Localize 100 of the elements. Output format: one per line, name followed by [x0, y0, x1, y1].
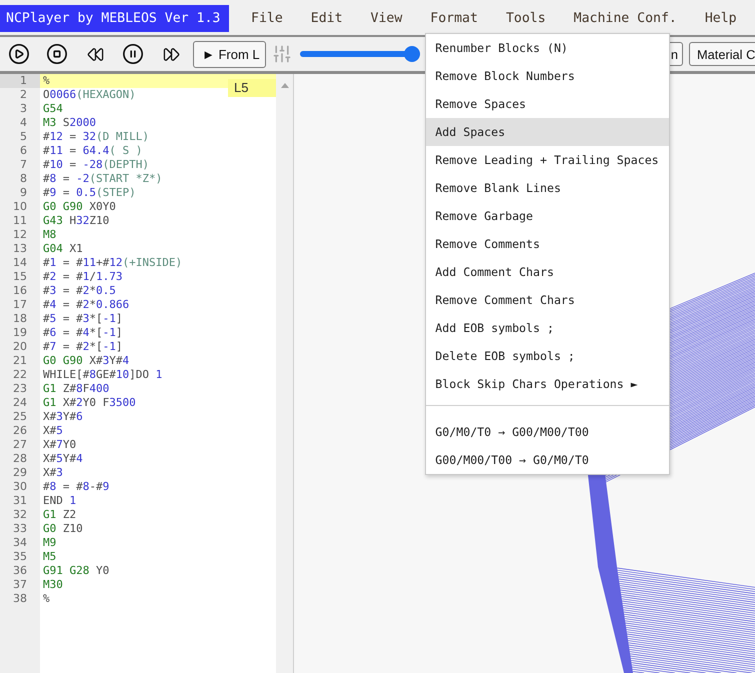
menu-item[interactable]: Remove Blank Lines	[426, 174, 670, 202]
code-line: #6 = #4*[-1]	[42, 326, 124, 340]
fast-forward-icon[interactable]	[162, 46, 180, 62]
line-number: 3	[19, 102, 28, 116]
code-line: G54	[42, 102, 64, 116]
line-number: 19	[12, 326, 28, 340]
slider-thumb[interactable]	[404, 46, 420, 62]
play-icon[interactable]	[8, 43, 30, 65]
menu-item[interactable]: Remove Block Numbers	[426, 62, 670, 90]
menu-item[interactable]: Remove Comments	[426, 230, 670, 258]
code-line: #5 = #3*[-1]	[42, 312, 124, 326]
menu-item[interactable]: Add Spaces	[426, 118, 670, 146]
menu-item[interactable]: Remove Garbage	[426, 202, 670, 230]
line-number: 21	[12, 354, 28, 368]
menu-item[interactable]: Remove Leading + Trailing Spaces	[426, 146, 670, 174]
pause-icon[interactable]	[122, 43, 144, 65]
menubar-item[interactable]: Format	[416, 5, 492, 32]
code-line: #11 = 64.4( S )	[42, 144, 144, 158]
code-line: G0 G90 X#3Y#4	[42, 354, 130, 368]
line-number: 34	[12, 536, 28, 550]
line-number: 37	[12, 578, 28, 592]
menu-item[interactable]: Remove Comment Chars	[426, 286, 670, 314]
line-number: 27	[12, 438, 28, 452]
menu-item[interactable]: Add Comment Chars	[426, 258, 670, 286]
line-number: 29	[12, 466, 28, 480]
code-line: #9 = 0.5(STEP)	[42, 186, 137, 200]
menu-item[interactable]: Block Skip Chars Operations ►	[426, 370, 670, 398]
menubar-item[interactable]: Edit	[296, 5, 357, 32]
code-line: X#5	[42, 424, 64, 438]
code-line: X#3	[42, 466, 64, 480]
menubar-item[interactable]: File	[237, 5, 297, 32]
line-number: 4	[19, 116, 28, 130]
code-line: X#3Y#6	[42, 410, 84, 424]
stop-icon[interactable]	[46, 43, 68, 65]
code-line: #8 = -2(START *Z*)	[42, 172, 164, 186]
line-number: 6	[19, 144, 28, 158]
line-number: 22	[12, 368, 28, 382]
line-number: 36	[12, 564, 28, 578]
code-line: #12 = 32(D MILL)	[42, 130, 150, 144]
menubar-item[interactable]: View	[356, 5, 416, 32]
code-line: G1 X#2Y0 F3500	[42, 396, 137, 410]
menubar-item[interactable]: Machine Conf.	[560, 5, 691, 32]
code-line: G04 X1	[42, 242, 84, 256]
line-number: 2	[19, 88, 28, 102]
line-number: 35	[12, 550, 28, 564]
line-number: 15	[12, 270, 28, 284]
line-number: 24	[12, 396, 28, 410]
code-line: X#5Y#4	[42, 452, 84, 466]
line-number: 14	[12, 256, 28, 270]
code-line: M5	[42, 550, 58, 564]
code-line: #7 = #2*[-1]	[42, 340, 124, 354]
line-number: 10	[12, 200, 28, 214]
code-line: M8	[42, 228, 58, 242]
menu-item[interactable]: G0/M0/T0 → G00/M00/T00	[426, 418, 670, 446]
line-tooltip: L5	[228, 79, 276, 97]
toolbar-button[interactable]: n	[670, 42, 683, 66]
code-line: #2 = #1/1.73	[42, 270, 124, 284]
line-number: 16	[12, 284, 28, 298]
line-number: 30	[12, 480, 28, 494]
line-number: 31	[12, 494, 28, 508]
line-number: 9	[19, 186, 28, 200]
code-line: G0 G90 X0Y0	[42, 200, 117, 214]
code-line: G91 G28 Y0	[42, 564, 110, 578]
speed-slider[interactable]	[300, 46, 420, 62]
code-line: M9	[42, 536, 58, 550]
code-line: M30	[42, 578, 64, 592]
app-title: NCPlayer by MEBLEOS Ver 1.3	[0, 5, 229, 32]
line-number: 33	[12, 522, 28, 536]
code-line: #4 = #2*0.866	[42, 298, 130, 312]
line-number: 1	[0, 74, 40, 88]
rewind-icon[interactable]	[86, 46, 104, 62]
line-number: 32	[12, 508, 28, 522]
code-line: O0066(HEXAGON)	[42, 88, 137, 102]
code-line: G1 Z2	[42, 508, 78, 522]
menu-item[interactable]: Remove Spaces	[426, 90, 670, 118]
line-number: 23	[12, 382, 28, 396]
line-number: 13	[12, 242, 28, 256]
code-line: G43 H32Z10	[42, 214, 110, 228]
menu-item[interactable]: G00/M00/T00 → G0/M0/T0	[426, 446, 670, 474]
from-line-button[interactable]: ► From L	[193, 40, 266, 68]
code-line: WHILE[#8GE#10]DO 1	[42, 368, 164, 382]
code-line: %	[42, 592, 51, 606]
line-number: 11	[12, 214, 28, 228]
toolbar-button[interactable]: Material C	[689, 42, 755, 66]
line-number: 17	[12, 298, 28, 312]
sliders-icon[interactable]	[272, 44, 292, 64]
line-number: 20	[12, 340, 28, 354]
menubar-item[interactable]: Help	[690, 5, 751, 32]
menu-item[interactable]: Add EOB symbols ;	[426, 314, 670, 342]
code-line: END 1	[42, 494, 78, 508]
menubar-item[interactable]: Tools	[492, 5, 560, 32]
line-number: 18	[12, 312, 28, 326]
menu-item[interactable]: Delete EOB symbols ;	[426, 342, 670, 370]
code-line: #10 = -28(DEPTH)	[42, 158, 150, 172]
code-line: G1 Z#8F400	[42, 382, 110, 396]
line-number: 26	[12, 424, 28, 438]
code-line: G0 Z10	[42, 522, 84, 536]
code-line: #3 = #2*0.5	[42, 284, 117, 298]
code-line: #1 = #11+#12(+INSIDE)	[42, 256, 184, 270]
menu-item[interactable]: Renumber Blocks (N)	[426, 34, 670, 62]
